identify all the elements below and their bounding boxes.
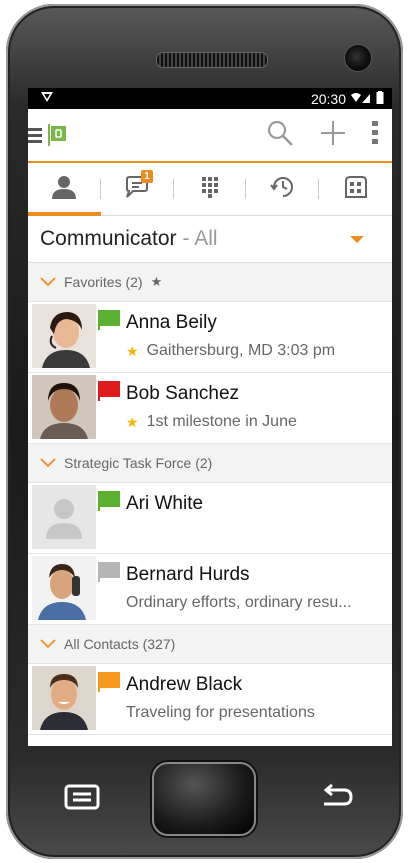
unread-badge: 1 bbox=[141, 170, 153, 183]
contact-name: Bernard Hurds bbox=[126, 564, 250, 585]
presence-flag-icon bbox=[98, 310, 120, 330]
group-header-strategic-task-force[interactable]: Strategic Task Force (2) bbox=[28, 444, 392, 483]
contact-name: Bob Sanchez bbox=[126, 383, 240, 404]
home-button[interactable] bbox=[152, 762, 256, 836]
group-label: Strategic Task Force (2) bbox=[64, 455, 213, 471]
person-icon bbox=[52, 175, 77, 204]
filter-suffix: - All bbox=[182, 227, 218, 250]
contact-name: Andrew Black bbox=[126, 674, 243, 695]
contact-row-anna-beily[interactable]: Anna Beily ★ Gaithersburg, MD 3:03 pm bbox=[28, 302, 392, 373]
avatar-placeholder bbox=[32, 485, 96, 549]
tab-contacts[interactable] bbox=[28, 163, 101, 216]
contact-status: ★ Gaithersburg, MD 3:03 pm bbox=[126, 342, 336, 359]
hardware-navigation-bar bbox=[6, 748, 403, 848]
tab-chats[interactable]: 1 bbox=[101, 163, 174, 215]
presence-flag-icon bbox=[98, 381, 120, 401]
tab-directory[interactable] bbox=[319, 163, 392, 215]
avatar bbox=[32, 375, 96, 439]
avatar bbox=[32, 666, 96, 730]
call-history-icon bbox=[269, 174, 296, 205]
status-bar: 20:30 bbox=[28, 88, 392, 109]
chevron-down-icon bbox=[40, 636, 56, 652]
contact-row-ari-white[interactable]: Ari White bbox=[28, 483, 392, 554]
avatar bbox=[32, 304, 96, 368]
contact-status: Traveling for presentations bbox=[126, 704, 315, 721]
add-icon[interactable] bbox=[320, 120, 346, 151]
contact-name: Ari White bbox=[126, 493, 204, 514]
avatar bbox=[32, 556, 96, 620]
star-icon: ★ bbox=[150, 274, 163, 289]
filter-title: Communicator bbox=[40, 227, 177, 250]
contact-name: Anna Beily bbox=[126, 312, 217, 333]
back-key-icon[interactable] bbox=[318, 782, 354, 812]
contact-row-bob-sanchez[interactable]: Bob Sanchez ★ 1st milestone in June bbox=[28, 373, 392, 444]
front-camera bbox=[344, 44, 372, 72]
chevron-down-icon bbox=[40, 274, 56, 290]
drawer-menu-icon[interactable] bbox=[28, 127, 42, 143]
menu-key-icon[interactable] bbox=[64, 784, 100, 810]
directory-building-icon bbox=[344, 175, 368, 204]
contact-status: Ordinary efforts, ordinary resu... bbox=[126, 594, 352, 611]
presence-flag-icon bbox=[98, 562, 120, 582]
tab-history[interactable] bbox=[246, 163, 320, 215]
tab-bar: 1 bbox=[28, 163, 392, 216]
screen: 20:30 1 Communicator - All Favorites (2)… bbox=[28, 88, 392, 746]
contact-row-andrew-black[interactable]: Andrew Black Traveling for presentations bbox=[28, 664, 392, 735]
app-bar bbox=[28, 109, 392, 163]
group-header-favorites[interactable]: Favorites (2) ★ bbox=[28, 263, 392, 302]
wifi-signal-icon bbox=[350, 91, 372, 107]
presence-flag-icon bbox=[98, 491, 120, 511]
overflow-menu-icon[interactable] bbox=[372, 120, 378, 151]
presence-flag-icon bbox=[98, 672, 120, 692]
status-time: 20:30 bbox=[310, 90, 346, 107]
tab-dialpad[interactable] bbox=[174, 163, 247, 215]
app-notification-icon bbox=[40, 90, 54, 107]
dialpad-icon bbox=[201, 176, 219, 203]
group-header-all-contacts[interactable]: All Contacts (327) bbox=[28, 625, 392, 664]
chevron-down-icon bbox=[40, 455, 56, 471]
favorite-star-icon: ★ bbox=[126, 413, 139, 430]
contact-row-bernard-hurds[interactable]: Bernard Hurds Ordinary efforts, ordinary… bbox=[28, 554, 392, 625]
contact-filter-dropdown[interactable]: Communicator - All bbox=[28, 216, 392, 263]
app-logo-icon[interactable] bbox=[48, 124, 66, 146]
search-icon[interactable] bbox=[266, 119, 294, 152]
earpiece-speaker bbox=[156, 52, 268, 68]
contact-status: ★ 1st milestone in June bbox=[126, 413, 297, 430]
group-label: Favorites (2) bbox=[64, 274, 143, 290]
favorite-star-icon: ★ bbox=[126, 342, 139, 359]
battery-icon bbox=[376, 90, 384, 107]
group-label: All Contacts (327) bbox=[64, 636, 176, 652]
dropdown-caret-icon bbox=[350, 236, 364, 243]
